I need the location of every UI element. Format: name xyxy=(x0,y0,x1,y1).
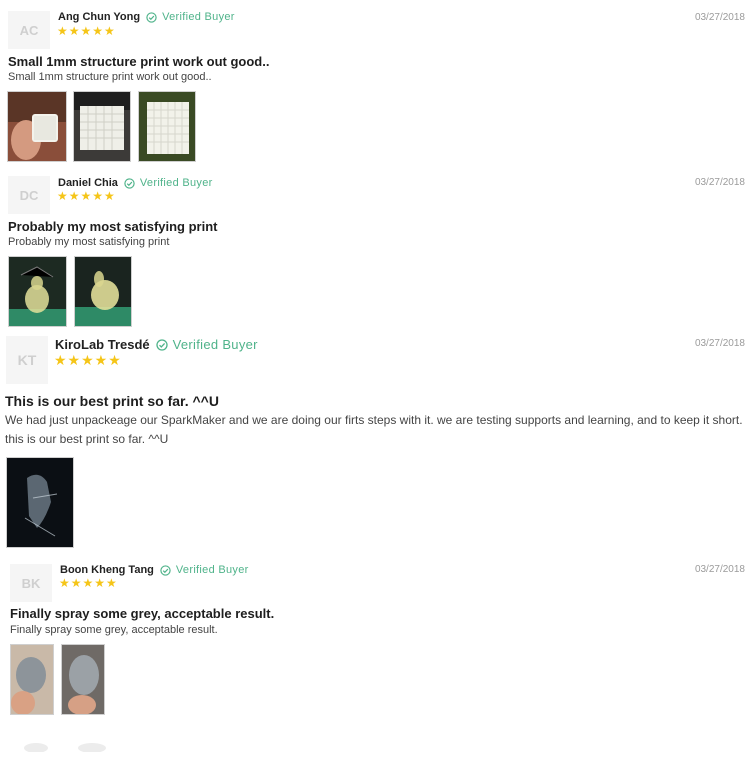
verified-check-icon xyxy=(124,177,135,189)
verified-check-icon xyxy=(146,11,157,23)
verified-buyer-label: Verified Buyer xyxy=(139,177,213,189)
verified-check-icon xyxy=(155,338,168,351)
review-date: 03/27/2018 xyxy=(694,338,745,349)
star-rating: ★★★★★ xyxy=(59,576,118,590)
review-photo[interactable] xyxy=(61,644,105,715)
review-title: Finally spray some grey, acceptable resu… xyxy=(10,606,275,621)
review-title: This is our best print so far. ^^U xyxy=(5,393,219,409)
author-name: Ang Chun Yong xyxy=(58,11,141,23)
review-photo[interactable] xyxy=(73,91,131,162)
star-rating: ★★★★★ xyxy=(57,189,116,203)
review-photo[interactable] xyxy=(6,457,74,548)
review-title: Small 1mm structure print work out good.… xyxy=(8,54,270,69)
review-title: Probably my most satisfying print xyxy=(8,219,218,234)
review-body: Finally spray some grey, acceptable resu… xyxy=(10,624,218,636)
author-row: Daniel Chia Verified Buyer xyxy=(58,177,213,189)
review-body: Probably my most satisfying print xyxy=(8,236,170,248)
star-rating: ★★★★★ xyxy=(54,352,122,368)
review-photo[interactable] xyxy=(138,91,196,162)
review-date: 03/27/2018 xyxy=(694,177,745,188)
review-body: We had just unpackeage our SparkMaker an… xyxy=(5,413,743,446)
star-rating: ★★★★★ xyxy=(57,24,116,38)
review-date: 03/27/2018 xyxy=(694,12,745,23)
author-row: Ang Chun Yong Verified Buyer xyxy=(58,11,235,23)
avatar: KT xyxy=(6,336,48,384)
review-body: Small 1mm structure print work out good.… xyxy=(8,71,212,83)
author-row: KiroLab Tresdé Verified Buyer xyxy=(55,337,258,352)
avatar: AC xyxy=(8,11,50,49)
author-name: KiroLab Tresdé xyxy=(55,337,150,352)
verified-check-icon xyxy=(160,564,171,576)
author-row: Boon Kheng Tang Verified Buyer xyxy=(60,564,249,576)
verified-buyer-label: Verified Buyer xyxy=(172,337,258,352)
review-photo[interactable] xyxy=(74,256,132,327)
review-photo[interactable] xyxy=(8,256,67,327)
avatar: DC xyxy=(8,176,50,214)
author-name: Boon Kheng Tang xyxy=(60,564,154,576)
avatar: BK xyxy=(10,564,52,602)
author-name: Daniel Chia xyxy=(58,177,118,189)
review-photo[interactable] xyxy=(7,91,67,162)
review-photo[interactable] xyxy=(10,644,54,715)
verified-buyer-label: Verified Buyer xyxy=(175,564,249,576)
review-date: 03/27/2018 xyxy=(694,564,745,575)
verified-buyer-label: Verified Buyer xyxy=(162,11,235,23)
